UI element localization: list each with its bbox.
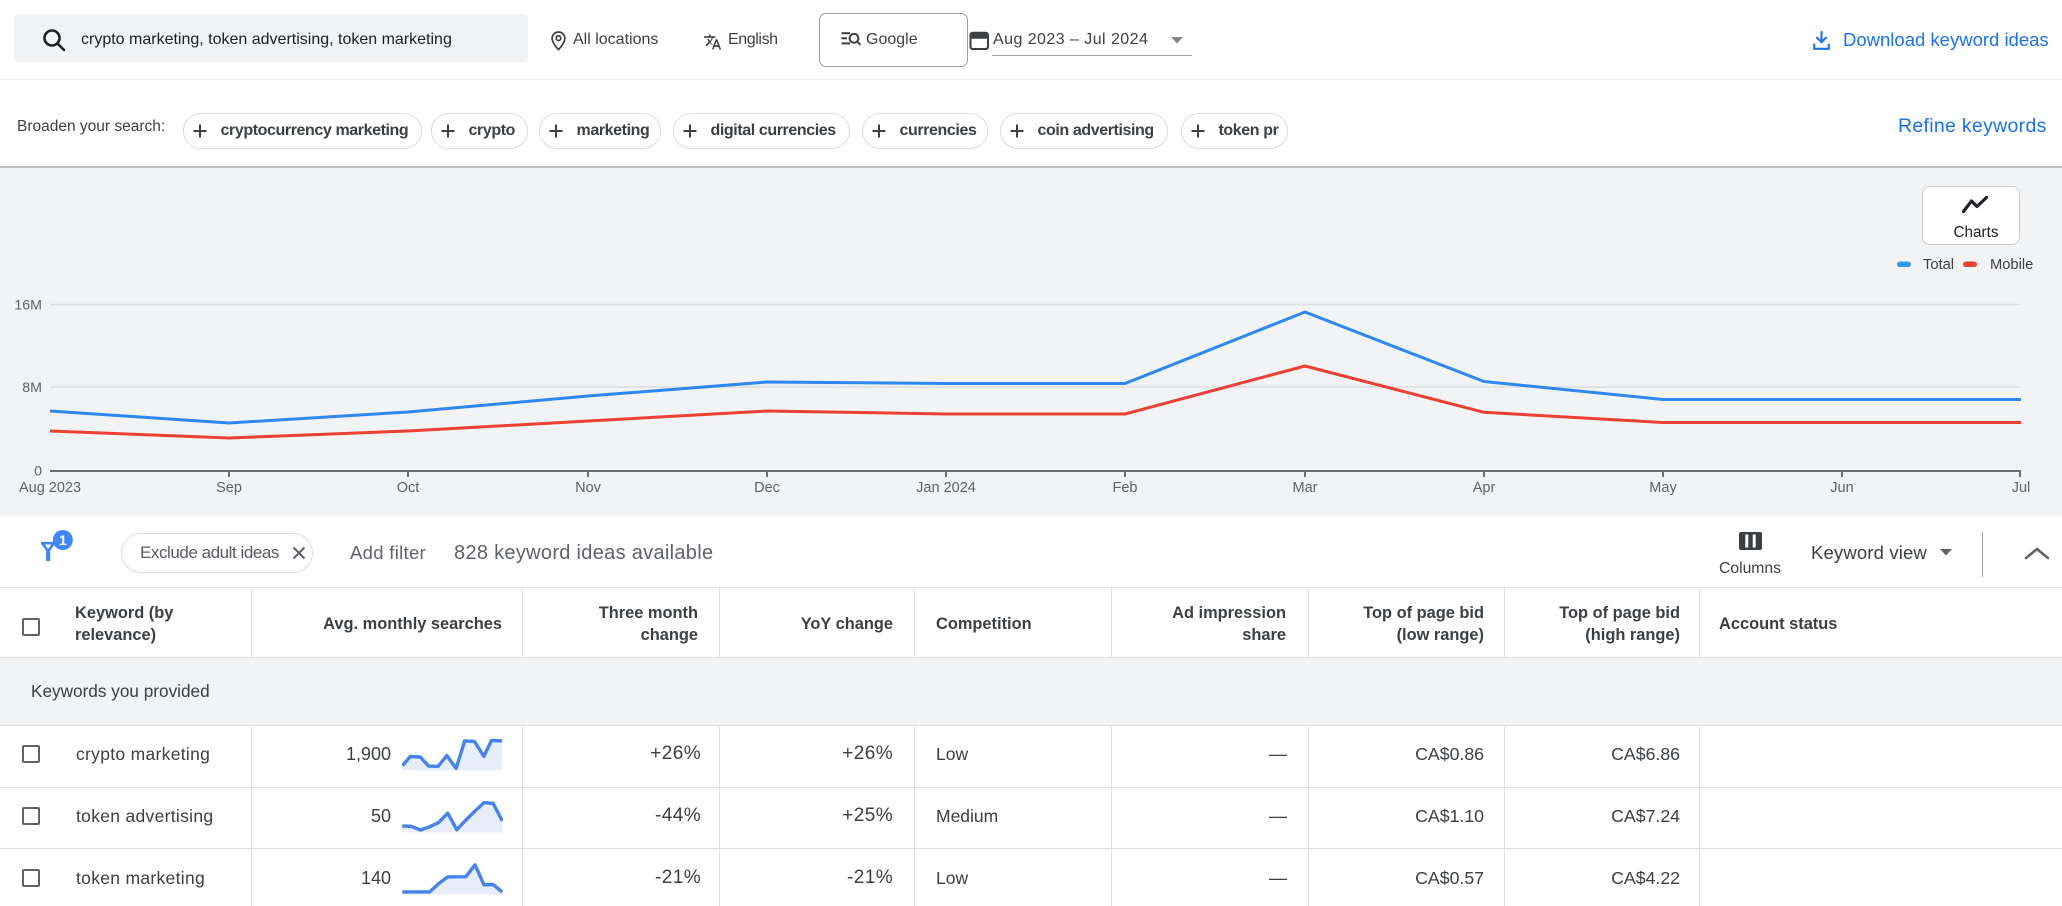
svg-text:Total: Total bbox=[1923, 257, 1954, 273]
svg-text:1: 1 bbox=[59, 532, 67, 548]
svg-text:Feb: Feb bbox=[1113, 480, 1138, 496]
svg-text:Jan 2024: Jan 2024 bbox=[916, 480, 976, 496]
svg-text:Oct: Oct bbox=[397, 480, 420, 496]
svg-text:8M: 8M bbox=[22, 380, 42, 396]
svg-text:Mar: Mar bbox=[1293, 480, 1318, 496]
svg-text:Mobile: Mobile bbox=[1990, 257, 2033, 273]
svg-text:May: May bbox=[1649, 480, 1677, 496]
svg-text:Aug 2023: Aug 2023 bbox=[19, 480, 81, 496]
svg-text:Apr: Apr bbox=[1473, 480, 1496, 496]
svg-text:Jun: Jun bbox=[1830, 480, 1853, 496]
svg-text:0: 0 bbox=[34, 464, 42, 480]
svg-text:Jul: Jul bbox=[2012, 480, 2031, 496]
svg-text:Sep: Sep bbox=[216, 480, 242, 496]
svg-text:Nov: Nov bbox=[575, 480, 602, 496]
svg-text:16M: 16M bbox=[14, 298, 42, 314]
svg-text:Dec: Dec bbox=[754, 480, 780, 496]
